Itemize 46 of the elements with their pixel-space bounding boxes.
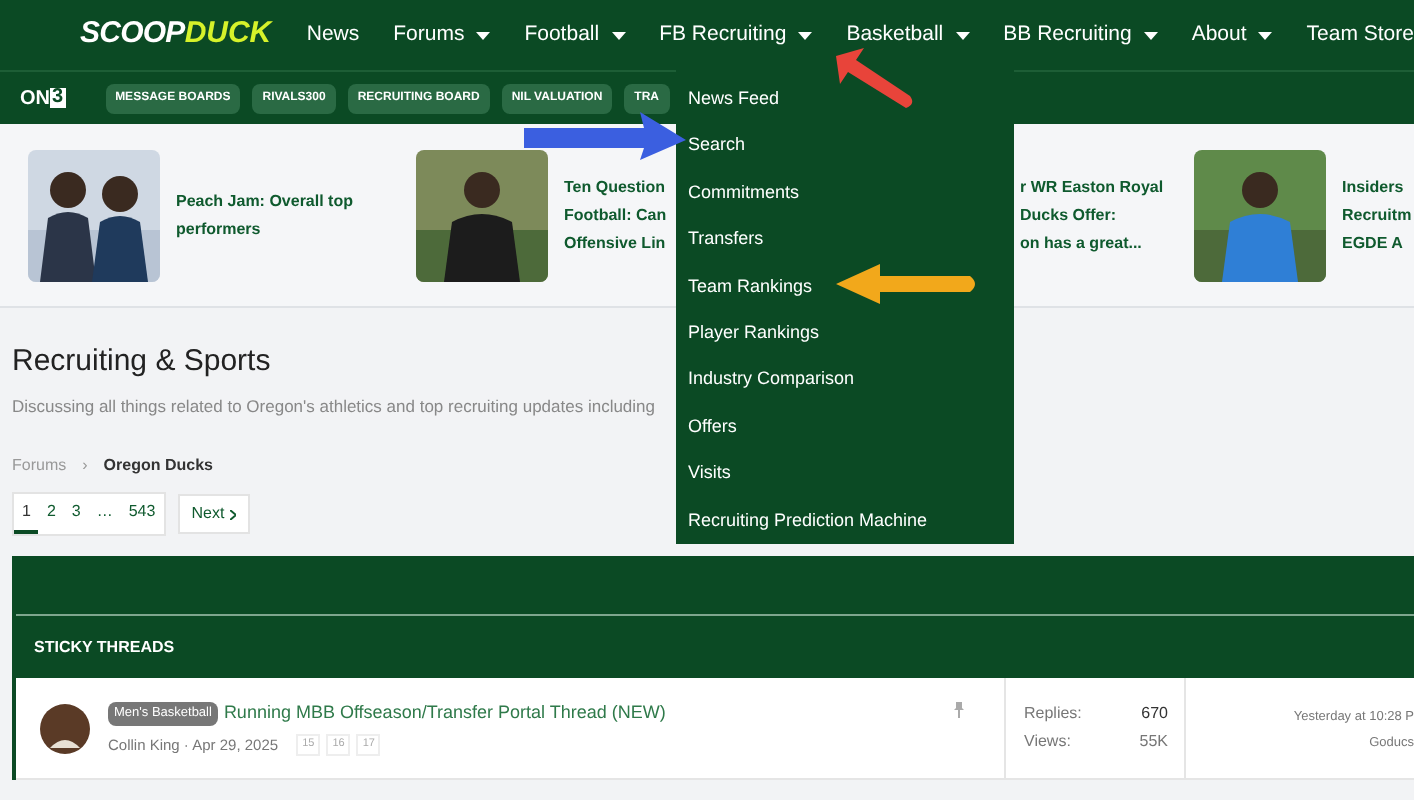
- nav-link[interactable]: About: [1191, 19, 1273, 51]
- page-link[interactable]: 543: [120, 494, 164, 535]
- menu-item[interactable]: Team Rankings: [688, 263, 1014, 311]
- menu-item[interactable]: Commitments: [688, 169, 1014, 217]
- article-title[interactable]: r WR Easton Royal Ducks Offer: on has a great...: [1020, 173, 1164, 257]
- thread-title[interactable]: Running MBB Offseason/Transfer Portal Thread (NEW): [223, 700, 666, 728]
- breadcrumb-separator: ›: [82, 454, 88, 479]
- article-title[interactable]: Peach Jam: Overall top performers: [176, 187, 353, 243]
- nav-link[interactable]: Football: [524, 19, 626, 51]
- next-button[interactable]: Next: [177, 494, 251, 535]
- article-title[interactable]: Insiders Recruitm EGDE A: [1342, 173, 1412, 257]
- page-link[interactable]: 3: [63, 494, 89, 535]
- chevron-icon: [230, 509, 237, 520]
- page-link[interactable]: …: [88, 494, 121, 535]
- nav-link[interactable]: FB Recruiting: [659, 19, 813, 51]
- stat-label: Replies:: [1024, 702, 1082, 727]
- nav-link[interactable]: Basketball: [846, 19, 970, 51]
- nav-link[interactable]: Team Store: [1306, 19, 1414, 51]
- page-link[interactable]: 1: [14, 494, 39, 535]
- menu-item[interactable]: Transfers: [688, 216, 1014, 264]
- arrow-icon: [524, 112, 686, 160]
- avatar: [40, 703, 90, 754]
- menu-item[interactable]: Offers: [688, 403, 1014, 451]
- on3-logo[interactable]: ON3: [20, 83, 66, 113]
- stat-value: 670: [1141, 702, 1168, 727]
- nav-link[interactable]: Forums: [393, 19, 491, 51]
- breadcrumb-link[interactable]: Oregon Ducks: [103, 454, 213, 479]
- nav-link[interactable]: News: [306, 19, 360, 51]
- menu-item[interactable]: Recruiting Prediction Machine: [688, 497, 1014, 545]
- article-title[interactable]: Ten Question Football: Can Offensive Lin: [564, 173, 667, 257]
- menu-item[interactable]: Search: [688, 122, 1014, 170]
- forum-title: Recruiting & Sports: [12, 342, 271, 382]
- menu-item[interactable]: Industry Comparison: [688, 356, 1014, 404]
- nav-link[interactable]: BB Recruiting: [1003, 19, 1158, 51]
- page-link[interactable]: 2: [38, 494, 64, 535]
- menu-item[interactable]: News Feed: [688, 76, 1014, 123]
- stat-label: Views:: [1024, 730, 1071, 755]
- section-header: STICKY THREADS: [16, 616, 1414, 679]
- site-logo[interactable]: SCOOPDUCK: [0, 12, 307, 58]
- stat-value: 55K: [1139, 730, 1168, 755]
- menu-item[interactable]: Player Rankings: [688, 310, 1014, 357]
- menu-item[interactable]: Visits: [688, 450, 1014, 498]
- forum-description: Discussing all things related to Oregon's athletics and top recruiting updates including: [12, 393, 656, 419]
- arrow-icon: [836, 264, 975, 304]
- pin-icon: [954, 702, 964, 719]
- arrow-icon: [836, 48, 913, 108]
